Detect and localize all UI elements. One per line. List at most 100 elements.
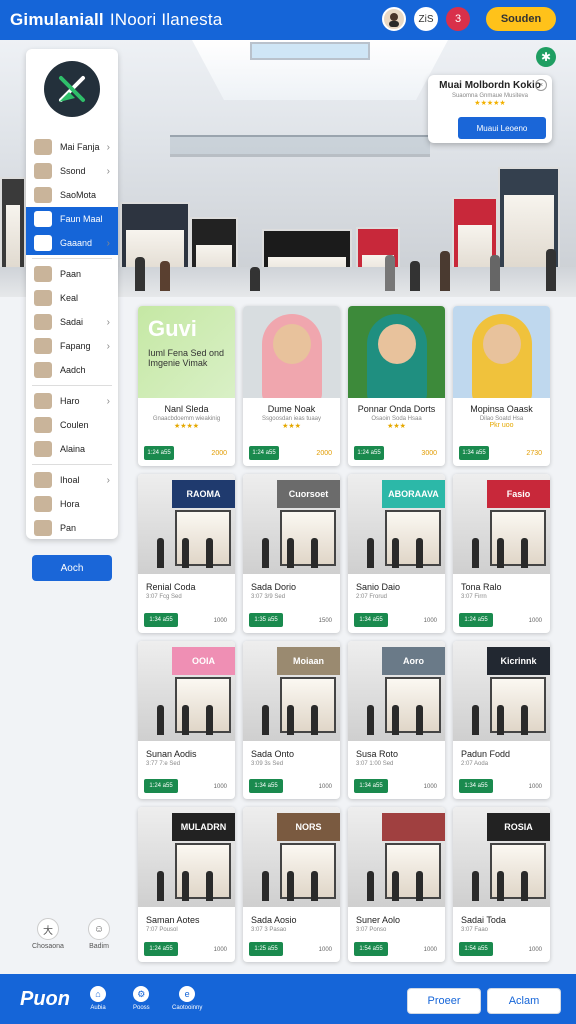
product-price: 2000 xyxy=(316,450,332,457)
chinese-char-icon: 大 xyxy=(36,918,59,940)
sidebar-item[interactable]: Gaaand › xyxy=(26,231,118,255)
top-action-button[interactable]: Souden xyxy=(486,7,556,31)
chevron-right-icon: › xyxy=(106,141,110,153)
tools-icon xyxy=(59,76,85,102)
share-icon[interactable]: ✱ xyxy=(536,47,556,67)
sidebar-item[interactable]: Fapang › xyxy=(26,334,118,358)
store-card[interactable]: ABORAAVA Sanio Daio 2:07 Frorud 1:34 a55 100… xyxy=(348,474,445,633)
bottom-logo[interactable]: Puon xyxy=(20,988,70,1011)
product-tag-button[interactable]: 1:24 a55 xyxy=(249,446,279,460)
store-desc: 2:07 Frorud xyxy=(356,594,388,600)
store-tag-button[interactable]: 1:54 a55 xyxy=(459,942,493,956)
store-tag-button[interactable]: 1:34 a55 xyxy=(249,779,283,793)
store-card[interactable]: Aoro Susa Roto 3:07 1:00 Sed 1:34 a55 1000 xyxy=(348,641,445,799)
sidebar-item-label: Paan xyxy=(60,269,82,279)
bottom-nav-settings[interactable]: ⚙ Pooss xyxy=(133,986,150,1011)
sidebar-item[interactable]: Ssond › xyxy=(26,159,118,183)
bottom-nav-category[interactable]: e Caotooinny xyxy=(172,986,202,1011)
store-card[interactable]: ROSIA Sadai Toda 3:07 Faao 1:54 a55 1000 xyxy=(453,807,550,962)
product-tag-button[interactable]: 1:24 a55 xyxy=(144,446,174,460)
sidebar-foot-item[interactable]: ☺ Badim xyxy=(88,918,110,950)
product-name: Nanl Sleda xyxy=(164,404,209,414)
divider xyxy=(32,464,112,465)
sidebar-action-button[interactable]: Aoch xyxy=(32,555,112,581)
store-tag-button[interactable]: 1:25 a55 xyxy=(249,942,283,956)
sidebar-item-label: SaoMota xyxy=(60,190,97,200)
sidebar-foot-item[interactable]: 大 Chosaona xyxy=(32,918,64,950)
sidebar-item[interactable]: Paan xyxy=(26,262,118,286)
product-card[interactable]: Dume Noak Ssgoosdan ieas tuaay ★★★ 1:24 a55… xyxy=(243,306,340,466)
store-card[interactable]: OOIA Sunan Aodis 3:77 7:e Sed 1:24 a55 1000 xyxy=(138,641,235,799)
product-card[interactable]: Mopinsa Oaask Dilao Soatd Hsa Pkr uoo 1:34 … xyxy=(453,306,550,466)
store-card[interactable]: RAOMA Renial Coda 3:07 Fcg Sed 1:34 a55 1000 xyxy=(138,474,235,633)
store-card[interactable]: Fasio Tona Ralo 3:07 Firrn 1:24 a55 1000 xyxy=(453,474,550,633)
sidebar-item[interactable]: Hora xyxy=(26,492,118,516)
sidebar-item[interactable]: Sadai › xyxy=(26,310,118,334)
sidebar-menu: Mai Fanja › Ssond › SaoMota Faun Maal Gaaand › P… xyxy=(26,135,118,540)
store-price: 1000 xyxy=(528,947,542,953)
sidebar-item[interactable]: Haro › xyxy=(26,389,118,413)
product-price: 3000 xyxy=(421,450,437,457)
sidebar-item[interactable]: Keal xyxy=(26,286,118,310)
store-card[interactable]: NORS Sada Aosio 3:07 3 Pasao 1:25 a55 1000 xyxy=(243,807,340,962)
profile-button[interactable]: ZiS xyxy=(414,7,438,31)
sidebar-item[interactable]: Faun Maal xyxy=(26,207,118,231)
app-title[interactable]: Gimulaniall INoori Ilanesta xyxy=(10,10,222,30)
product-card[interactable]: Ponnar Onda Dorts Osaoin Soda Hsaa ★★★ 1:24… xyxy=(348,306,445,466)
store-tag-button[interactable]: 1:34 a55 xyxy=(354,779,388,793)
sidebar-item[interactable]: Pan xyxy=(26,516,118,540)
store-card[interactable]: Moiaan Sada Onto 3:09 3s Sed 1:34 a55 1000 xyxy=(243,641,340,799)
product-card[interactable]: Guvi Iuml Fena Sed ond Imgenie Vimak Nanl … xyxy=(138,306,235,466)
store-thumb: ABORAAVA xyxy=(348,474,445,574)
store-tag-button[interactable]: 1:34 a55 xyxy=(459,779,493,793)
store-card[interactable]: Cuorsoet Sada Dorio 3:07 3/9 Sed 1:35 a55 15… xyxy=(243,474,340,633)
sidebar-item[interactable]: Mai Fanja › xyxy=(26,135,118,159)
sidebar-item-label: Mai Fanja xyxy=(60,142,100,152)
store-card[interactable]: Suner Aolo 3:07 Ponso 1:54 a55 1000 xyxy=(348,807,445,962)
avatar-icon xyxy=(34,520,52,536)
product-tag-button[interactable]: 1:34 a55 xyxy=(459,446,489,460)
sidebar-item-label: Faun Maal xyxy=(60,214,103,224)
shopper xyxy=(410,261,420,291)
bottom-nav-home[interactable]: ⌂ Aubia xyxy=(90,986,106,1011)
store-desc: 3:07 1:00 Sed xyxy=(356,761,394,767)
product-price: 2730 xyxy=(526,450,542,457)
store-tag-button[interactable]: 1:24 a55 xyxy=(144,779,178,793)
avatar-icon xyxy=(34,362,52,378)
user-avatar[interactable] xyxy=(382,7,406,31)
promo-button[interactable]: Muaui Leoeno xyxy=(458,117,546,139)
store-thumb: OOIA xyxy=(138,641,235,741)
sidebar-item[interactable]: Alaina xyxy=(26,437,118,461)
store-price: 1000 xyxy=(423,947,437,953)
smile-icon: ☺ xyxy=(88,918,110,940)
store-tag-button[interactable]: 1:35 a55 xyxy=(249,613,283,627)
store-tag-button[interactable]: 1:24 a55 xyxy=(459,613,493,627)
sidebar-item[interactable]: SaoMota xyxy=(26,183,118,207)
sidebar-item[interactable]: Aadch xyxy=(26,358,118,382)
store-desc: 7:07 Pousol xyxy=(146,927,178,933)
store-tag-button[interactable]: 1:24 a55 xyxy=(144,942,178,956)
notification-icon[interactable]: 3 xyxy=(446,7,470,31)
claim-button[interactable]: Aclam xyxy=(487,988,561,1014)
store-price: 1000 xyxy=(318,784,332,790)
store-tag-button[interactable]: 1:54 a55 xyxy=(354,942,388,956)
proceed-button[interactable]: Proeer xyxy=(407,988,481,1014)
avatar-icon xyxy=(34,472,52,488)
e-icon: e xyxy=(179,986,196,1002)
sidebar-item-label: Aadch xyxy=(60,365,86,375)
store-name: Sanio Daio xyxy=(356,582,401,592)
avatar-icon xyxy=(34,393,52,409)
sidebar-item[interactable]: Ihoal › xyxy=(26,468,118,492)
store-card[interactable]: Kicrinnk Padun Fodd 2:07 Aoda 1:34 a55 1000 xyxy=(453,641,550,799)
chevron-right-icon: › xyxy=(106,395,110,407)
sidebar-item[interactable]: Coulen xyxy=(26,413,118,437)
product-tag-button[interactable]: 1:24 a55 xyxy=(354,446,384,460)
home-icon: ⌂ xyxy=(90,986,106,1002)
store-card[interactable]: MULADRN Saman Aotes 7:07 Pousol 1:24 a55 100… xyxy=(138,807,235,962)
store-price: 1000 xyxy=(318,947,332,953)
gear-icon: ⚙ xyxy=(133,986,150,1002)
close-icon[interactable]: × xyxy=(535,79,547,91)
store-tag-button[interactable]: 1:34 a55 xyxy=(144,613,178,627)
avatar-icon xyxy=(34,290,52,306)
store-tag-button[interactable]: 1:34 a55 xyxy=(354,613,388,627)
